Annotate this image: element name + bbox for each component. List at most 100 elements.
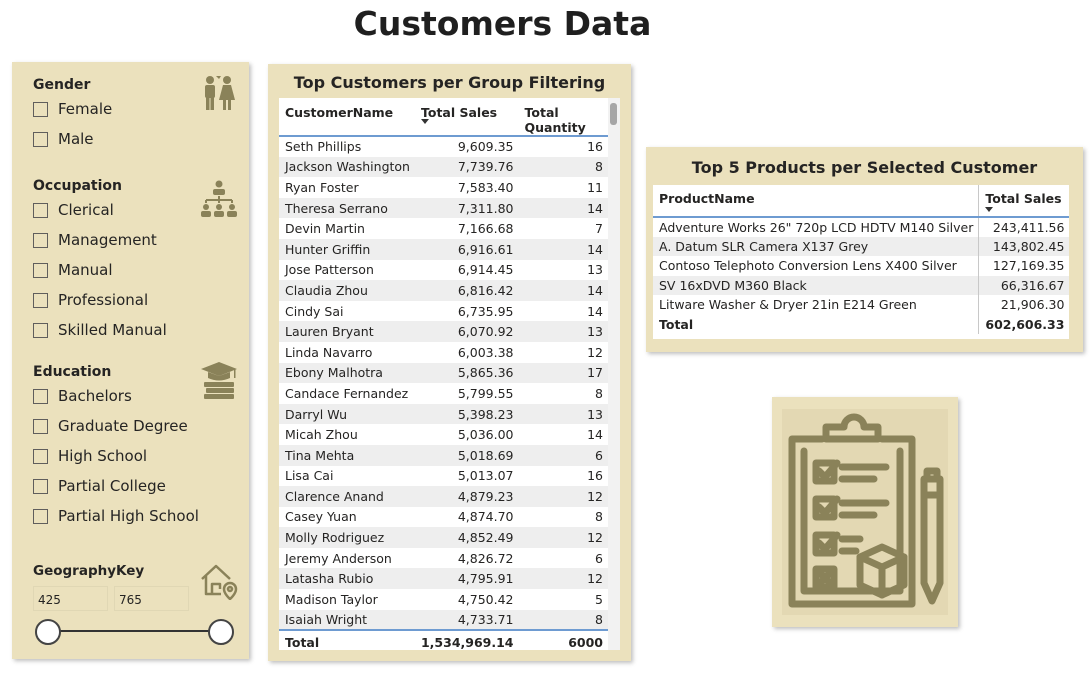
geography-slider-min-thumb[interactable] xyxy=(35,619,61,645)
table-row[interactable]: Jackson Washington 7,739.76 8 xyxy=(279,156,608,178)
table-row[interactable]: Clarence Anand 4,879.23 12 xyxy=(279,486,608,507)
table-row[interactable]: SV 16xDVD M360 Black 66,316.67 xyxy=(653,275,1069,295)
column-header-product-total-sales-label: Total Sales xyxy=(985,191,1062,206)
column-header-total-quantity[interactable]: Total Quantity xyxy=(518,98,608,137)
table-row[interactable]: Jeremy Anderson 4,826.72 6 xyxy=(279,548,608,569)
column-header-total-sales-label: Total Sales xyxy=(420,105,498,120)
column-header-product-total-sales[interactable]: Total Sales xyxy=(978,185,1069,218)
table-row[interactable]: Contoso Telephoto Conversion Lens X400 S… xyxy=(653,256,1069,276)
table-row[interactable]: Casey Yuan 4,874.70 8 xyxy=(279,507,608,528)
customers-table-scrollbar[interactable] xyxy=(608,98,620,650)
table-row[interactable]: Latasha Rubio 4,795.91 12 xyxy=(279,568,608,590)
checkbox[interactable] xyxy=(33,448,48,464)
occupation-option-professional[interactable]: Professional xyxy=(33,290,148,310)
table-row[interactable]: Litware Washer & Dryer 21in E214 Green 21… xyxy=(653,295,1069,315)
total-sales-cell: 5,398.23 xyxy=(414,403,519,425)
table-row[interactable]: Linda Navarro 6,003.38 12 xyxy=(279,342,608,363)
education-option-bachelors[interactable]: Bachelors xyxy=(33,386,132,406)
table-row[interactable]: Cindy Sai 6,735.95 14 xyxy=(279,301,608,322)
product-total-sales-cell: 243,411.56 xyxy=(978,217,1069,237)
table-row[interactable]: Devin Martin 7,166.68 7 xyxy=(279,218,608,239)
total-quantity-cell: 14 xyxy=(587,303,603,319)
table-row[interactable]: Ryan Foster 7,583.40 11 xyxy=(279,177,608,198)
geography-slider-max-thumb[interactable] xyxy=(208,619,234,645)
total-sales-cell: 4,795.91 xyxy=(414,568,519,590)
education-option-partial-high-school[interactable]: Partial High School xyxy=(33,506,199,526)
table-row[interactable]: Darryl Wu 5,398.23 13 xyxy=(279,403,608,425)
table-row[interactable]: Hunter Griffin 6,916.61 14 xyxy=(279,238,608,260)
table-row[interactable]: Jose Patterson 6,914.45 13 xyxy=(279,260,608,281)
table-row[interactable]: Micah Zhou 5,036.00 14 xyxy=(279,424,608,445)
product-name-cell: Adventure Works 26" 720p LCD HDTV M140 S… xyxy=(659,219,974,235)
occupation-option-management[interactable]: Management xyxy=(33,230,157,250)
products-table: ProductName Total Sales Adventure Works … xyxy=(653,185,1069,339)
table-row[interactable]: Candace Fernandez 5,799.55 8 xyxy=(279,383,608,404)
total-quantity-cell: 8 xyxy=(595,385,603,401)
total-sales-cell: 6,070.92 xyxy=(414,321,519,342)
geography-slider-track[interactable] xyxy=(48,630,222,632)
column-header-total-sales[interactable]: Total Sales xyxy=(414,98,519,137)
checkbox[interactable] xyxy=(33,232,48,248)
occupation-option-clerical[interactable]: Clerical xyxy=(33,200,114,220)
gender-option-female[interactable]: Female xyxy=(33,99,112,119)
checkbox[interactable] xyxy=(33,202,48,218)
gender-option-male[interactable]: Male xyxy=(33,129,94,149)
option-label: Partial High School xyxy=(58,507,199,525)
education-option-graduate-degree[interactable]: Graduate Degree xyxy=(33,416,188,436)
total-sales-cell: 5,799.55 xyxy=(457,385,514,401)
option-label: Bachelors xyxy=(58,387,132,405)
occupation-option-manual[interactable]: Manual xyxy=(33,260,113,280)
checkbox[interactable] xyxy=(33,101,48,117)
customer-name-cell: Candace Fernandez xyxy=(285,385,409,401)
total-quantity-cell: 12 xyxy=(518,527,608,548)
product-total-sales-cell: 143,802.45 xyxy=(978,236,1069,256)
clipboard-decoration xyxy=(772,397,958,627)
total-quantity-cell: 11 xyxy=(587,179,603,195)
total-sales-cell: 4,750.42 xyxy=(457,591,514,607)
total-quantity-cell: 12 xyxy=(518,568,608,590)
column-header-customer-name[interactable]: CustomerName xyxy=(279,98,415,137)
checkbox[interactable] xyxy=(33,131,48,147)
table-row[interactable]: A. Datum SLR Camera X137 Grey 143,802.45 xyxy=(653,236,1069,256)
checkbox[interactable] xyxy=(33,322,48,338)
total-quantity-cell: 13 xyxy=(518,403,608,425)
geography-min-input[interactable]: 425 xyxy=(33,586,108,611)
geography-max-input[interactable]: 765 xyxy=(114,586,189,611)
table-row[interactable]: Isaiah Wright 4,733.71 8 xyxy=(279,609,608,631)
table-row[interactable]: Adventure Works 26" 720p LCD HDTV M140 S… xyxy=(653,217,1069,237)
education-option-partial-college[interactable]: Partial College xyxy=(33,476,166,496)
total-quantity-cell: 8 xyxy=(518,156,608,178)
total-sales-cell: 5,018.69 xyxy=(414,444,519,466)
total-sales-cell: 7,739.76 xyxy=(414,156,519,178)
total-quantity-cell: 14 xyxy=(518,238,608,260)
home-location-icon xyxy=(201,564,238,600)
table-row[interactable]: Molly Rodriguez 4,852.49 12 xyxy=(279,527,608,548)
product-name-cell: SV 16xDVD M360 Black xyxy=(653,275,979,295)
checkbox[interactable] xyxy=(33,418,48,434)
checkbox[interactable] xyxy=(33,388,48,404)
checkbox[interactable] xyxy=(33,508,48,524)
customer-name-cell: Lauren Bryant xyxy=(279,321,415,342)
customer-name-cell: Madison Taylor xyxy=(285,591,378,607)
table-row[interactable]: Lisa Cai 5,013.07 16 xyxy=(279,466,608,487)
table-row[interactable]: Madison Taylor 4,750.42 5 xyxy=(279,589,608,610)
total-sales-cell: 5,013.07 xyxy=(457,468,514,484)
table-row[interactable]: Claudia Zhou 6,816.42 14 xyxy=(279,280,608,301)
product-total-sales-cell: 127,169.35 xyxy=(978,256,1069,276)
total-sales-cell: 4,879.23 xyxy=(414,486,519,507)
checkbox[interactable] xyxy=(33,292,48,308)
education-option-high-school[interactable]: High School xyxy=(33,446,147,466)
total-sales-cell: 4,874.70 xyxy=(457,509,514,525)
table-row[interactable]: Seth Phillips 9,609.35 16 xyxy=(279,136,608,157)
table-row[interactable]: Theresa Serrano 7,311.80 14 xyxy=(279,197,608,219)
product-total-sales-cell: 66,316.67 xyxy=(978,275,1069,295)
table-row[interactable]: Ebony Malhotra 5,865.36 17 xyxy=(279,362,608,384)
occupation-option-skilled-manual[interactable]: Skilled Manual xyxy=(33,320,167,340)
scrollbar-thumb[interactable] xyxy=(610,103,617,125)
checkbox[interactable] xyxy=(33,478,48,494)
checkbox[interactable] xyxy=(33,262,48,278)
customer-name-cell: Lisa Cai xyxy=(285,468,334,484)
table-row[interactable]: Lauren Bryant 6,070.92 13 xyxy=(279,321,608,342)
table-row[interactable]: Tina Mehta 5,018.69 6 xyxy=(279,444,608,466)
column-header-product-name[interactable]: ProductName xyxy=(653,185,979,218)
